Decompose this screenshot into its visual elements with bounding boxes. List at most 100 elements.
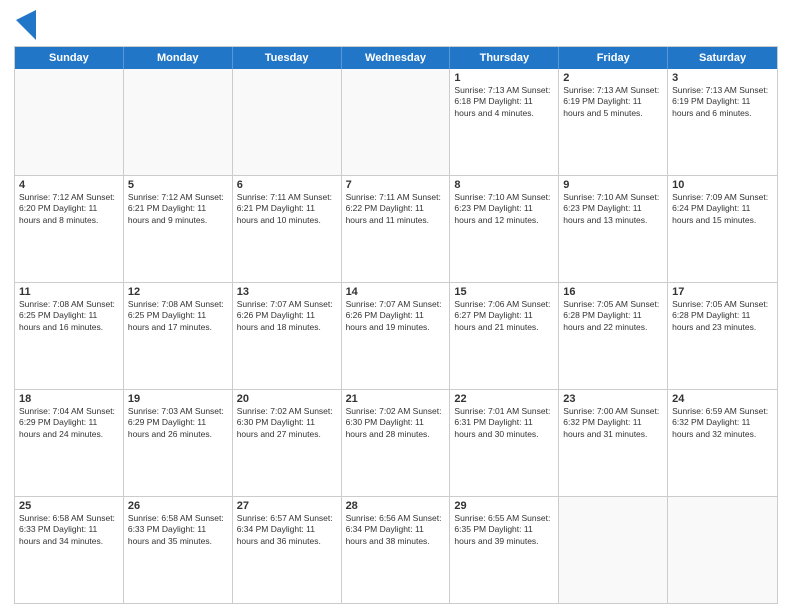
cell-info: Sunrise: 6:59 AM Sunset: 6:32 PM Dayligh… (672, 406, 773, 440)
calendar-header-cell: Monday (124, 47, 233, 69)
calendar-cell (233, 69, 342, 175)
calendar-cell: 10Sunrise: 7:09 AM Sunset: 6:24 PM Dayli… (668, 176, 777, 282)
calendar-cell (15, 69, 124, 175)
calendar-cell: 11Sunrise: 7:08 AM Sunset: 6:25 PM Dayli… (15, 283, 124, 389)
day-number: 29 (454, 500, 554, 512)
header (14, 10, 778, 40)
page: SundayMondayTuesdayWednesdayThursdayFrid… (0, 0, 792, 612)
day-number: 9 (563, 179, 663, 191)
day-number: 22 (454, 393, 554, 405)
cell-info: Sunrise: 7:02 AM Sunset: 6:30 PM Dayligh… (237, 406, 337, 440)
calendar-header-cell: Tuesday (233, 47, 342, 69)
cell-info: Sunrise: 7:01 AM Sunset: 6:31 PM Dayligh… (454, 406, 554, 440)
calendar-cell: 28Sunrise: 6:56 AM Sunset: 6:34 PM Dayli… (342, 497, 451, 603)
day-number: 5 (128, 179, 228, 191)
calendar-header-cell: Thursday (450, 47, 559, 69)
calendar-cell: 23Sunrise: 7:00 AM Sunset: 6:32 PM Dayli… (559, 390, 668, 496)
cell-info: Sunrise: 7:08 AM Sunset: 6:25 PM Dayligh… (19, 299, 119, 333)
cell-info: Sunrise: 7:07 AM Sunset: 6:26 PM Dayligh… (346, 299, 446, 333)
cell-info: Sunrise: 7:11 AM Sunset: 6:22 PM Dayligh… (346, 192, 446, 226)
calendar-header-cell: Sunday (15, 47, 124, 69)
calendar: SundayMondayTuesdayWednesdayThursdayFrid… (14, 46, 778, 604)
day-number: 18 (19, 393, 119, 405)
calendar-cell: 9Sunrise: 7:10 AM Sunset: 6:23 PM Daylig… (559, 176, 668, 282)
calendar-cell: 27Sunrise: 6:57 AM Sunset: 6:34 PM Dayli… (233, 497, 342, 603)
calendar-cell: 16Sunrise: 7:05 AM Sunset: 6:28 PM Dayli… (559, 283, 668, 389)
calendar-cell: 15Sunrise: 7:06 AM Sunset: 6:27 PM Dayli… (450, 283, 559, 389)
calendar-cell: 8Sunrise: 7:10 AM Sunset: 6:23 PM Daylig… (450, 176, 559, 282)
cell-info: Sunrise: 7:06 AM Sunset: 6:27 PM Dayligh… (454, 299, 554, 333)
day-number: 19 (128, 393, 228, 405)
calendar-cell: 14Sunrise: 7:07 AM Sunset: 6:26 PM Dayli… (342, 283, 451, 389)
cell-info: Sunrise: 7:08 AM Sunset: 6:25 PM Dayligh… (128, 299, 228, 333)
calendar-header-cell: Saturday (668, 47, 777, 69)
calendar-cell: 2Sunrise: 7:13 AM Sunset: 6:19 PM Daylig… (559, 69, 668, 175)
cell-info: Sunrise: 7:03 AM Sunset: 6:29 PM Dayligh… (128, 406, 228, 440)
cell-info: Sunrise: 7:12 AM Sunset: 6:21 PM Dayligh… (128, 192, 228, 226)
calendar-header-cell: Friday (559, 47, 668, 69)
calendar-cell (124, 69, 233, 175)
calendar-cell: 29Sunrise: 6:55 AM Sunset: 6:35 PM Dayli… (450, 497, 559, 603)
calendar-cell (559, 497, 668, 603)
day-number: 23 (563, 393, 663, 405)
calendar-cell: 25Sunrise: 6:58 AM Sunset: 6:33 PM Dayli… (15, 497, 124, 603)
cell-info: Sunrise: 7:07 AM Sunset: 6:26 PM Dayligh… (237, 299, 337, 333)
day-number: 11 (19, 286, 119, 298)
cell-info: Sunrise: 7:00 AM Sunset: 6:32 PM Dayligh… (563, 406, 663, 440)
calendar-cell: 24Sunrise: 6:59 AM Sunset: 6:32 PM Dayli… (668, 390, 777, 496)
day-number: 17 (672, 286, 773, 298)
day-number: 28 (346, 500, 446, 512)
calendar-cell: 6Sunrise: 7:11 AM Sunset: 6:21 PM Daylig… (233, 176, 342, 282)
cell-info: Sunrise: 6:55 AM Sunset: 6:35 PM Dayligh… (454, 513, 554, 547)
day-number: 1 (454, 72, 554, 84)
calendar-cell: 4Sunrise: 7:12 AM Sunset: 6:20 PM Daylig… (15, 176, 124, 282)
cell-info: Sunrise: 7:05 AM Sunset: 6:28 PM Dayligh… (672, 299, 773, 333)
calendar-cell: 26Sunrise: 6:58 AM Sunset: 6:33 PM Dayli… (124, 497, 233, 603)
cell-info: Sunrise: 7:12 AM Sunset: 6:20 PM Dayligh… (19, 192, 119, 226)
calendar-cell: 18Sunrise: 7:04 AM Sunset: 6:29 PM Dayli… (15, 390, 124, 496)
day-number: 24 (672, 393, 773, 405)
calendar-header-row: SundayMondayTuesdayWednesdayThursdayFrid… (15, 47, 777, 69)
day-number: 14 (346, 286, 446, 298)
cell-info: Sunrise: 6:57 AM Sunset: 6:34 PM Dayligh… (237, 513, 337, 547)
day-number: 7 (346, 179, 446, 191)
day-number: 26 (128, 500, 228, 512)
calendar-body: 1Sunrise: 7:13 AM Sunset: 6:18 PM Daylig… (15, 69, 777, 603)
calendar-week: 4Sunrise: 7:12 AM Sunset: 6:20 PM Daylig… (15, 176, 777, 283)
day-number: 10 (672, 179, 773, 191)
calendar-cell: 12Sunrise: 7:08 AM Sunset: 6:25 PM Dayli… (124, 283, 233, 389)
calendar-week: 11Sunrise: 7:08 AM Sunset: 6:25 PM Dayli… (15, 283, 777, 390)
cell-info: Sunrise: 7:05 AM Sunset: 6:28 PM Dayligh… (563, 299, 663, 333)
day-number: 21 (346, 393, 446, 405)
day-number: 16 (563, 286, 663, 298)
day-number: 15 (454, 286, 554, 298)
calendar-cell: 13Sunrise: 7:07 AM Sunset: 6:26 PM Dayli… (233, 283, 342, 389)
calendar-week: 25 Sunrise: 6:58 AM Sunset: 6:33 PM Dayli… (15, 497, 777, 603)
day-number: 2 (563, 72, 663, 84)
calendar-cell: 17Sunrise: 7:05 AM Sunset: 6:28 PM Dayli… (668, 283, 777, 389)
cell-info: Sunrise: 6:56 AM Sunset: 6:34 PM Dayligh… (346, 513, 446, 547)
day-number: 6 (237, 179, 337, 191)
day-number: 8 (454, 179, 554, 191)
cell-info: Sunrise: 7:13 AM Sunset: 6:18 PM Dayligh… (454, 85, 554, 119)
calendar-cell: 21Sunrise: 7:02 AM Sunset: 6:30 PM Dayli… (342, 390, 451, 496)
calendar-header-cell: Wednesday (342, 47, 451, 69)
cell-info: Sunrise: 7:10 AM Sunset: 6:23 PM Dayligh… (563, 192, 663, 226)
cell-info: Sunrise: 6:58 AM Sunset: 6:33 PM Dayligh… (128, 513, 228, 547)
day-number: 25 (19, 500, 119, 512)
calendar-week: 1Sunrise: 7:13 AM Sunset: 6:18 PM Daylig… (15, 69, 777, 176)
logo-icon (16, 10, 36, 40)
calendar-cell (342, 69, 451, 175)
cell-info: Sunrise: 7:10 AM Sunset: 6:23 PM Dayligh… (454, 192, 554, 226)
cell-info: Sunrise: 7:04 AM Sunset: 6:29 PM Dayligh… (19, 406, 119, 440)
calendar-cell (668, 497, 777, 603)
day-number: 20 (237, 393, 337, 405)
cell-info: Sunrise: 7:13 AM Sunset: 6:19 PM Dayligh… (672, 85, 773, 119)
calendar-cell: 7Sunrise: 7:11 AM Sunset: 6:22 PM Daylig… (342, 176, 451, 282)
calendar-week: 18Sunrise: 7:04 AM Sunset: 6:29 PM Dayli… (15, 390, 777, 497)
day-number: 13 (237, 286, 337, 298)
cell-info: Sunrise: 7:02 AM Sunset: 6:30 PM Dayligh… (346, 406, 446, 440)
logo (14, 14, 36, 40)
cell-info: Sunrise: 7:11 AM Sunset: 6:21 PM Dayligh… (237, 192, 337, 226)
day-number: 12 (128, 286, 228, 298)
